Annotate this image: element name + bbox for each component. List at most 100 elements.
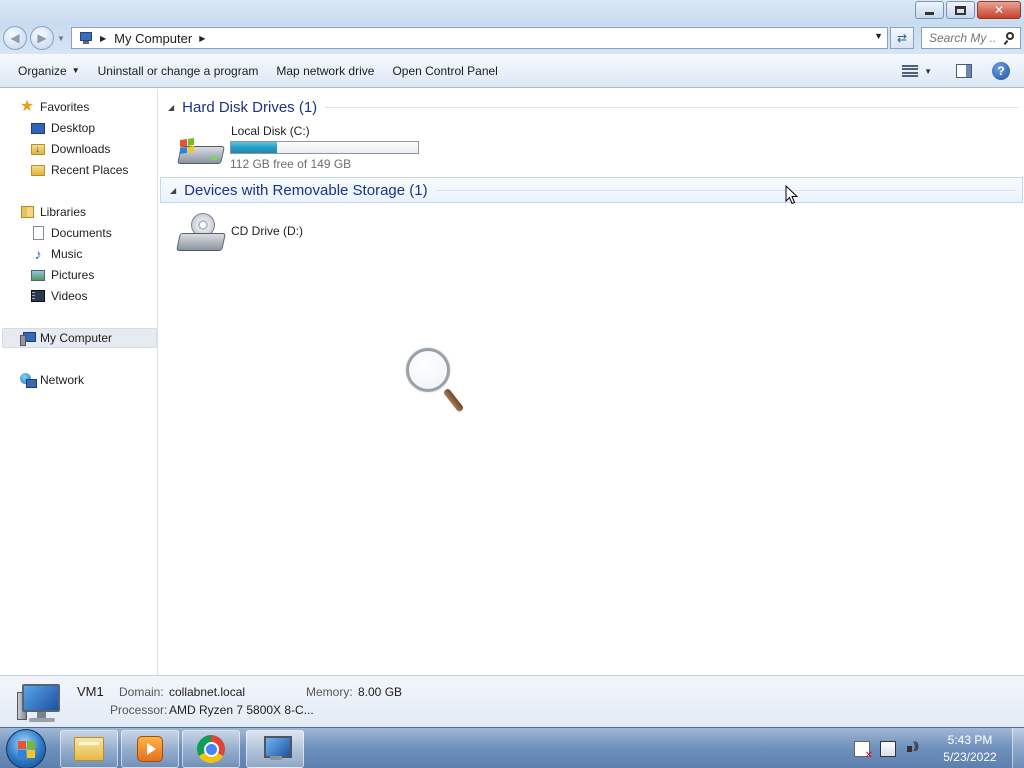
sidebar-item-label: Desktop — [51, 121, 96, 135]
domain-label: Domain: — [119, 685, 164, 699]
action-center-flag-icon[interactable] — [854, 740, 873, 761]
group-title: Hard Disk Drives (1) — [182, 98, 318, 116]
computer-icon — [260, 736, 292, 762]
start-button[interactable] — [6, 729, 46, 768]
sidebar-item-label: Libraries — [40, 205, 87, 219]
music-icon: ♪ — [34, 246, 42, 262]
address-row: ◀ ▶ ▼ ▶ My Computer ▶ ▼ ⇄ — [0, 24, 1024, 54]
hard-disk-icon — [177, 136, 225, 168]
taskbar-explorer-button[interactable] — [60, 730, 118, 768]
show-desktop-button[interactable] — [1012, 728, 1024, 768]
sidebar-item-music[interactable]: ♪ Music — [30, 244, 83, 264]
map-network-drive-button[interactable]: Map network drive — [269, 58, 381, 84]
taskbar-my-computer-button[interactable] — [246, 730, 304, 768]
computer-icon — [17, 682, 63, 724]
organize-menu[interactable]: Organize ▼ — [11, 58, 87, 84]
back-button[interactable]: ◀ — [3, 26, 27, 50]
cd-drive-icon — [176, 211, 226, 255]
memory-value: 8.00 GB — [358, 685, 403, 699]
domain-value: collabnet.local — [169, 685, 246, 699]
mouse-pointer-icon — [785, 185, 798, 205]
star-icon: ★ — [19, 98, 35, 115]
sidebar-item-favorites[interactable]: ★ Favorites — [19, 97, 90, 117]
drive-name: CD Drive (D:) — [231, 224, 303, 238]
sidebar-item-network[interactable]: Network — [19, 370, 84, 390]
group-header-hard-disk-drives[interactable]: ◢ Hard Disk Drives (1) — [159, 94, 1024, 120]
command-bar: Organize ▼ Uninstall or change a program … — [0, 54, 1024, 88]
view-options-dropdown-icon[interactable]: ▼ — [924, 67, 932, 76]
processor-label: Processor: — [110, 703, 168, 717]
chrome-icon — [197, 735, 225, 763]
pictures-icon — [30, 267, 46, 283]
desktop-icon — [30, 120, 46, 136]
view-controls: ▼ ? — [902, 54, 1024, 88]
computer-name: VM1 — [77, 684, 104, 699]
documents-icon — [30, 225, 46, 241]
sidebar-item-label: Pictures — [51, 268, 95, 282]
sidebar-item-videos[interactable]: Videos — [30, 286, 87, 306]
breadcrumb-chevron-icon[interactable]: ▶ — [199, 34, 205, 43]
taskbar-media-player-button[interactable] — [121, 730, 179, 768]
restore-button[interactable] — [946, 1, 975, 19]
sidebar-item-downloads[interactable]: Downloads — [30, 139, 110, 159]
preview-pane-icon[interactable] — [956, 64, 972, 78]
group-divider — [325, 106, 1018, 108]
search-icon[interactable] — [1003, 31, 1015, 46]
computer-icon — [19, 330, 36, 346]
breadcrumb-chevron-icon[interactable]: ▶ — [100, 34, 106, 43]
title-bar: ✕ — [0, 0, 1024, 24]
clock[interactable]: 5:43 PM 5/23/2022 — [932, 732, 1008, 766]
refresh-button[interactable]: ⇄ — [890, 27, 914, 49]
organize-label: Organize — [18, 63, 67, 78]
clock-time: 5:43 PM — [947, 732, 993, 747]
system-tray: 5:43 PM 5/23/2022 — [854, 728, 1024, 768]
taskbar-chrome-button[interactable] — [182, 730, 240, 768]
close-icon: ✕ — [993, 3, 1005, 17]
collapse-triangle-icon[interactable]: ◢ — [168, 103, 174, 112]
sidebar-item-documents[interactable]: Documents — [30, 223, 112, 243]
drive-local-disk-c[interactable]: Local Disk (C:) 112 GB free of 149 GB — [177, 124, 437, 172]
processor-value: AMD Ryzen 7 5800X 8-C... — [169, 703, 314, 717]
downloads-folder-icon — [30, 141, 46, 157]
drive-cd-drive-d[interactable]: CD Drive (D:) — [176, 209, 327, 257]
sidebar-item-libraries[interactable]: Libraries — [19, 202, 86, 222]
sidebar-item-pictures[interactable]: Pictures — [30, 265, 94, 285]
searching-magnifier-icon — [406, 348, 468, 418]
address-bar[interactable]: ▶ My Computer ▶ ▼ — [71, 27, 888, 49]
content-pane: ◢ Hard Disk Drives (1) Local Disk (C:) 1… — [159, 89, 1024, 675]
taskbar: 5:43 PM 5/23/2022 — [0, 727, 1024, 768]
network-status-icon[interactable] — [880, 740, 896, 757]
drive-free-space: 112 GB free of 149 GB — [230, 157, 352, 171]
clock-date: 5/23/2022 — [943, 749, 997, 764]
capacity-bar — [230, 141, 419, 154]
search-input[interactable] — [929, 31, 995, 45]
recent-places-icon — [30, 162, 46, 178]
recent-pages-dropdown[interactable]: ▼ — [57, 34, 65, 43]
group-header-removable-storage[interactable]: ◢ Devices with Removable Storage (1) — [160, 177, 1023, 203]
minimize-button[interactable] — [915, 1, 944, 19]
close-button[interactable]: ✕ — [977, 1, 1021, 19]
libraries-icon — [19, 204, 35, 220]
collapse-triangle-icon[interactable]: ◢ — [170, 186, 176, 195]
search-box[interactable] — [921, 27, 1021, 49]
folder-icon — [74, 737, 104, 761]
sidebar-item-my-computer[interactable]: My Computer — [2, 328, 157, 348]
sidebar-item-label: Downloads — [51, 142, 111, 156]
sidebar-item-desktop[interactable]: Desktop — [30, 118, 95, 138]
address-dropdown-icon[interactable]: ▼ — [874, 31, 883, 41]
sidebar-item-recent-places[interactable]: Recent Places — [30, 160, 128, 180]
refresh-icon: ⇄ — [896, 31, 908, 45]
breadcrumb-my-computer[interactable]: My Computer — [114, 31, 192, 46]
help-icon[interactable]: ? — [992, 62, 1010, 80]
sidebar-item-label: Videos — [51, 289, 88, 303]
change-view-icon[interactable] — [902, 64, 919, 78]
volume-icon[interactable] — [906, 741, 922, 757]
memory-label: Memory: — [306, 685, 353, 699]
group-title: Devices with Removable Storage (1) — [184, 181, 428, 199]
sidebar-item-label: Network — [40, 373, 85, 387]
forward-button[interactable]: ▶ — [30, 26, 54, 50]
media-player-icon — [137, 736, 163, 762]
capacity-bar-fill — [231, 142, 278, 153]
open-control-panel-button[interactable]: Open Control Panel — [385, 58, 504, 84]
uninstall-program-button[interactable]: Uninstall or change a program — [91, 58, 266, 84]
